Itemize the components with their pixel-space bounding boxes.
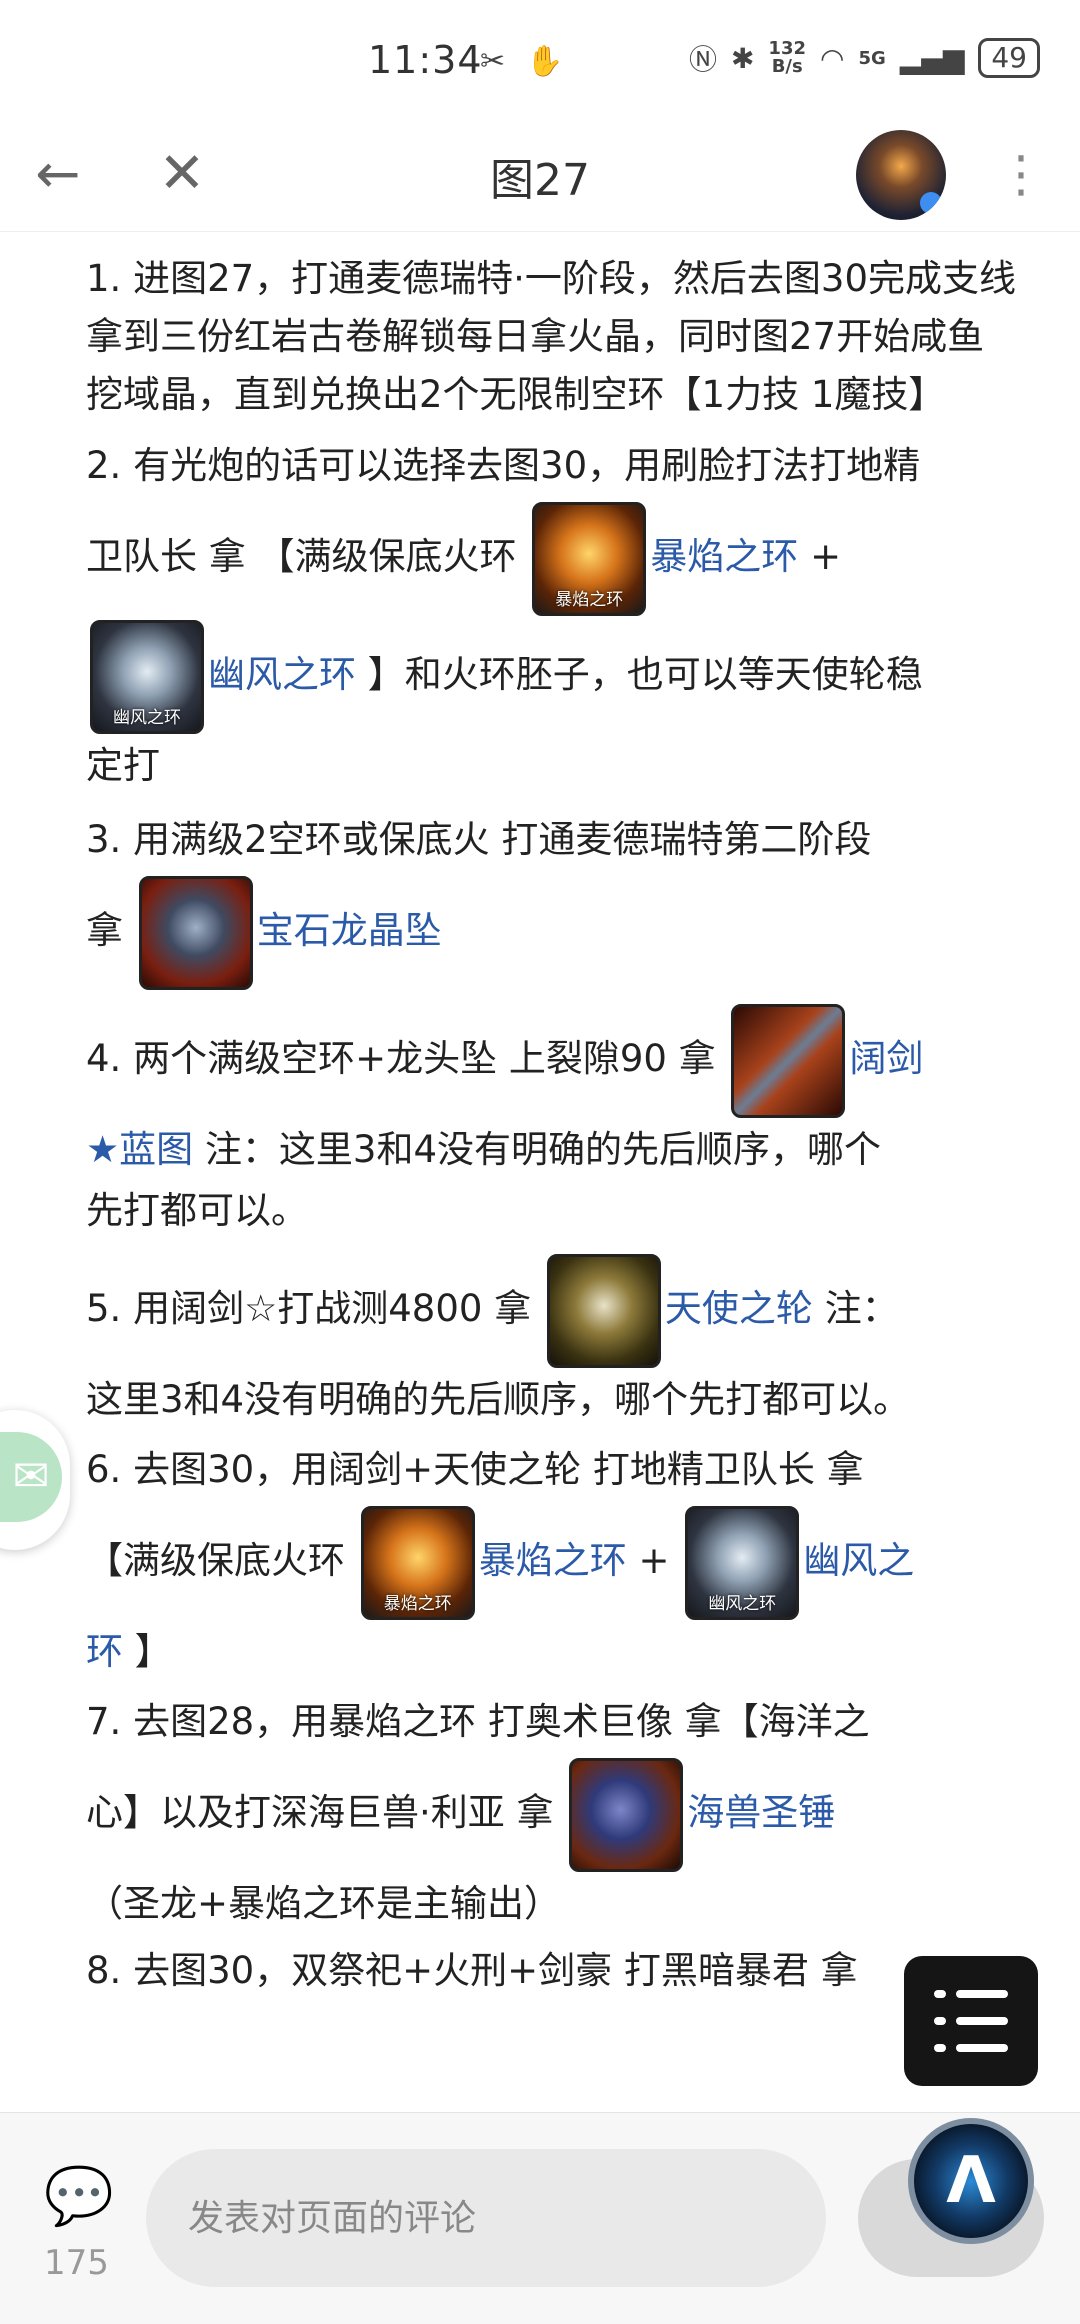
fire-ring-icon[interactable]: 暴焰之环: [532, 501, 647, 616]
status-right-group: Ⓝ ✱ 132 B/s ◠ 5G ▂▄▆ 49: [689, 38, 1040, 78]
page-title: 图27: [490, 155, 590, 206]
toc-icon-line-2: [956, 2017, 1008, 2025]
wind-ring-icon[interactable]: 幽风之环: [90, 619, 204, 734]
step-3-line-1: 3. 用满级2空环或保底火 打通麦德瑞特第二阶段: [86, 818, 872, 861]
wind-ring-icon-2[interactable]: 幽风之环: [685, 1505, 800, 1620]
wind-ring-caption-2: 幽风之环: [708, 1593, 777, 1614]
step-7-note: （圣龙+暴焰之环是主输出）: [86, 1882, 562, 1925]
step-5: 5. 用阔剑☆打战测4800 拿 天使之轮 注： 这里3和4没有明确的先后顺序，…: [86, 1250, 1016, 1432]
avatar[interactable]: [856, 130, 946, 220]
comment-input[interactable]: [146, 2149, 826, 2287]
article-content: 1. 进图27，打通麦德瑞特·一阶段，然后去图30完成支线拿到三份红岩古卷解锁每…: [86, 250, 1016, 2010]
step-2-tail: 】和火环胚子，也可以等天使轮稳: [367, 653, 923, 696]
wind-ring-link-2b[interactable]: 环: [86, 1630, 123, 1673]
step-4-note: 注：这里3和4没有明确的先后顺序，哪个: [204, 1128, 882, 1171]
notification-muted-icon: ✂: [480, 44, 506, 79]
avatar-badge-icon: [920, 192, 942, 214]
broadsword-icon[interactable]: [731, 1003, 846, 1118]
plus-sign-2: +: [638, 1539, 670, 1582]
toc-icon-dot-1: [934, 1990, 946, 1998]
wind-ring-link-2a[interactable]: 幽风之: [803, 1539, 914, 1582]
bluetooth-icon: ✱: [730, 41, 755, 75]
status-time: 11:34: [368, 38, 483, 82]
angel-wheel-link[interactable]: 天使之轮: [665, 1287, 813, 1330]
back-button[interactable]: ←: [28, 144, 88, 204]
step-5-note: 这里3和4没有明确的先后顺序，哪个先打都可以。: [86, 1378, 911, 1421]
step-8: 8. 去图30，双祭祀+火刑+剑豪 打黑暗暴君 拿: [86, 1949, 858, 1992]
seabeast-hammer-link[interactable]: 海兽圣锤: [687, 1791, 835, 1834]
step-5-text: 5. 用阔剑☆打战测4800 拿: [86, 1287, 532, 1330]
fire-ring-caption-2: 暴焰之环: [383, 1593, 452, 1614]
step-4-note-end: 先打都可以。: [86, 1189, 308, 1232]
network-speed-unit: B/s: [771, 56, 803, 77]
step-6-line-1: 6. 去图30，用阔剑+天使之轮 打地精卫队长 拿: [86, 1448, 864, 1491]
step-7: 7. 去图28，用暴焰之环 打奥术巨像 拿【海洋之 心】以及打深海巨兽·利亚 拿…: [86, 1690, 1016, 1936]
step-1: 1. 进图27，打通麦德瑞特·一阶段，然后去图30完成支线拿到三份红岩古卷解锁每…: [86, 257, 1016, 416]
step-2-text: 卫队长 拿 【满级保底火环: [86, 535, 517, 578]
dragon-pendant-link[interactable]: 宝石龙晶坠: [257, 909, 442, 952]
app-logo-icon[interactable]: Λ: [908, 2118, 1034, 2244]
step-4-text: 4. 两个满级空环+龙头坠 上裂隙90 拿: [86, 1037, 716, 1080]
seabeast-hammer-icon[interactable]: [569, 1757, 684, 1872]
step-6-text: 【满级保底火环: [86, 1539, 345, 1582]
fire-ring-icon-2[interactable]: 暴焰之环: [360, 1505, 475, 1620]
wind-ring-caption: 幽风之环: [113, 707, 181, 728]
toc-icon-line-3: [956, 2044, 1008, 2052]
step-5-note-label: 注：: [824, 1287, 899, 1330]
signal-icon: ▂▄▆: [899, 41, 965, 75]
top-nav: ← ✕ 图27 ⋮: [0, 130, 1080, 232]
step-2-line-1: 2. 有光炮的话可以选择去图30，用刷脸打法打地精: [86, 444, 921, 487]
status-bar: 11:34 ✂ ✋ Ⓝ ✱ 132 B/s ◠ 5G ▂▄▆ 49: [0, 0, 1080, 130]
more-options-button[interactable]: ⋮: [996, 144, 1046, 204]
dragon-pendant-icon[interactable]: [138, 875, 253, 990]
network-type: 5G: [858, 47, 886, 69]
step-7-line-1: 7. 去图28，用暴焰之环 打奥术巨像 拿【海洋之: [86, 1700, 870, 1743]
step-2-end: 定打: [86, 744, 160, 787]
toc-icon-dot-3: [934, 2044, 946, 2052]
broadsword-blueprint-link[interactable]: ★蓝图: [86, 1128, 193, 1171]
broadsword-link[interactable]: 阔剑: [849, 1037, 923, 1080]
fire-ring-link[interactable]: 暴焰之环: [650, 535, 798, 578]
plus-sign: +: [810, 535, 842, 578]
toc-icon-dot-2: [934, 2017, 946, 2025]
fire-ring-link-2[interactable]: 暴焰之环: [479, 1539, 627, 1582]
step-7-text: 心】以及打深海巨兽·利亚 拿: [86, 1791, 554, 1834]
step-3: 3. 用满级2空环或保底火 打通麦德瑞特第二阶段 拿 宝石龙晶坠: [86, 808, 1016, 990]
battery-indicator: 49: [978, 38, 1040, 78]
angel-wheel-icon[interactable]: [546, 1253, 661, 1368]
wind-ring-link[interactable]: 幽风之环: [208, 653, 356, 696]
toc-button[interactable]: [904, 1956, 1038, 2086]
wifi-icon: ◠: [820, 41, 845, 75]
comment-count: 175: [44, 2243, 109, 2283]
step-6-close: 】: [134, 1630, 172, 1673]
step-4: 4. 两个满级空环+龙头坠 上裂隙90 拿 阔剑 ★蓝图 注：这里3和4没有明确…: [86, 1000, 1016, 1240]
wechat-icon: ✉: [0, 1432, 62, 1522]
comment-icon[interactable]: 💬: [44, 2163, 114, 2229]
step-3-get: 拿: [86, 909, 123, 952]
nfc-icon: Ⓝ: [688, 43, 717, 76]
wechat-share-float[interactable]: ✉: [0, 1410, 70, 1550]
step-6: 6. 去图30，用阔剑+天使之轮 打地精卫队长 拿 【满级保底火环 暴焰之环暴焰…: [86, 1438, 1016, 1684]
step-2: 2. 有光炮的话可以选择去图30，用刷脸打法打地精 卫队长 拿 【满级保底火环 …: [86, 434, 1016, 798]
hand-icon: ✋: [526, 44, 564, 79]
toc-icon-line-1: [956, 1990, 1008, 1998]
network-speed: 132 B/s: [768, 40, 806, 76]
fire-ring-caption: 暴焰之环: [555, 589, 624, 610]
app-logo-glyph: Λ: [946, 2144, 996, 2218]
close-button[interactable]: ✕: [152, 144, 212, 204]
